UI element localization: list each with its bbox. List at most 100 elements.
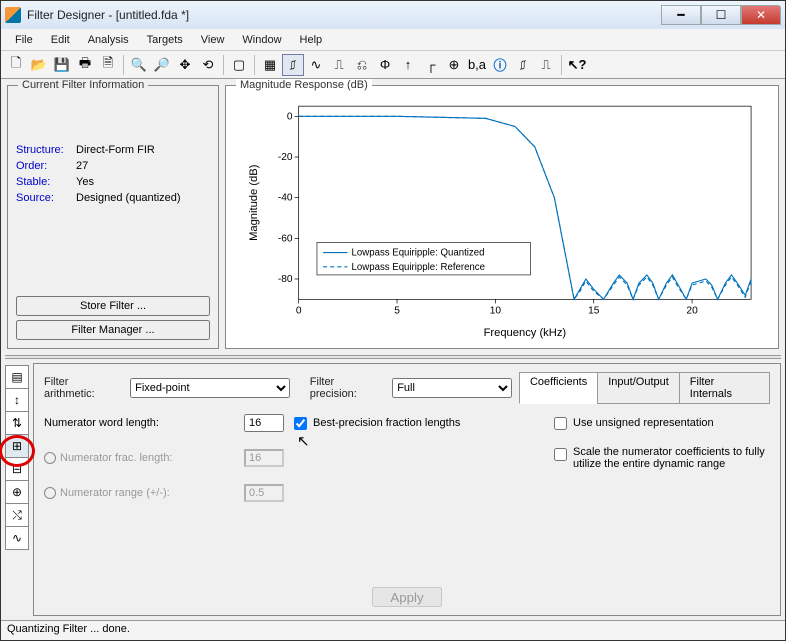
realize-icon[interactable]: ⊟ <box>5 457 29 481</box>
stepresp-icon[interactable]: ┌ <box>420 54 442 76</box>
statusbar: Quantizing Filter ... done. <box>1 620 785 640</box>
info-icon[interactable]: ⓘ <box>489 54 511 76</box>
menu-help[interactable]: Help <box>292 32 331 48</box>
phaseresp-icon[interactable]: ∿ <box>305 54 327 76</box>
svg-text:10: 10 <box>490 306 502 317</box>
filter-precision-label: Filter precision: <box>310 376 384 400</box>
impresp-icon[interactable]: ↑ <box>397 54 419 76</box>
specs-icon[interactable]: ▦ <box>259 54 281 76</box>
restore-icon[interactable]: ⟲ <box>197 54 219 76</box>
current-filter-panel: Current Filter Information Structure: Di… <box>7 85 219 349</box>
minimize-button[interactable]: ━ <box>661 5 701 25</box>
transform-icon[interactable]: ⤭ <box>5 503 29 527</box>
analysis-icon[interactable]: ∿ <box>5 526 29 550</box>
menu-targets[interactable]: Targets <box>139 32 191 48</box>
svg-text:-60: -60 <box>278 233 293 244</box>
numerator-word-length-input[interactable] <box>244 414 284 432</box>
zoomout-icon[interactable]: 🔎 <box>151 54 173 76</box>
svg-text:15: 15 <box>588 306 600 317</box>
svg-text:Magnitude (dB): Magnitude (dB) <box>248 164 260 241</box>
polezero-icon[interactable]: ⊕ <box>443 54 465 76</box>
filter-precision-select[interactable]: Full <box>392 378 512 398</box>
titlebar: Filter Designer - [untitled.fda *] ━ ☐ ✕ <box>1 1 785 29</box>
design-filter-icon[interactable]: ▤ <box>5 365 29 389</box>
maximize-button[interactable]: ☐ <box>701 5 741 25</box>
order-value: 27 <box>76 160 210 172</box>
left-sidebar: ▤ ↕ ⇅ ⊞ ⊟ ⊕ ⤭ ∿ <box>5 363 31 616</box>
structure-label: Structure: <box>16 144 76 156</box>
magphase-icon[interactable]: ⎍ <box>328 54 350 76</box>
printpreview-icon[interactable]: 🗎 <box>97 54 119 76</box>
zoomin-icon[interactable]: 🔍 <box>128 54 150 76</box>
svg-text:-20: -20 <box>278 152 293 163</box>
best-precision-checkbox[interactable] <box>294 417 307 430</box>
open-icon[interactable]: 📂 <box>28 54 50 76</box>
toolbar: 🗋 📂 💾 🖶 🗎 🔍 🔎 ✥ ⟲ ▢ ▦ ⎎ ∿ ⎍ ⎌ Φ ↑ ┌ ⊕ b,… <box>1 51 785 79</box>
status-text: Quantizing Filter ... done. <box>7 623 130 635</box>
magnitude-response-panel: Magnitude Response (dB) 051015200-20-40-… <box>225 85 779 349</box>
numerator-word-length-label: Numerator word length: <box>44 417 244 429</box>
tab-filter-internals[interactable]: Filter Internals <box>679 372 770 404</box>
numerator-range-label: Numerator range (+/-): <box>60 487 170 499</box>
filter-manager-button[interactable]: Filter Manager ... <box>16 320 210 340</box>
svg-text:Lowpass Equiripple: Quantized: Lowpass Equiripple: Quantized <box>352 248 485 259</box>
help-icon[interactable]: ↖? <box>566 54 588 76</box>
filter-arithmetic-label: Filter arithmetic: <box>44 376 122 400</box>
best-precision-label: Best-precision fraction lengths <box>313 417 460 429</box>
coef-icon[interactable]: b,a <box>466 54 488 76</box>
close-button[interactable]: ✕ <box>741 5 781 25</box>
menu-analysis[interactable]: Analysis <box>80 32 137 48</box>
store-filter-button[interactable]: Store Filter ... <box>16 296 210 316</box>
splitter[interactable] <box>5 355 781 359</box>
filter-arithmetic-select[interactable]: Fixed-point <box>130 378 290 398</box>
mouse-cursor-icon: ↖ <box>297 432 310 450</box>
svg-text:Frequency (kHz): Frequency (kHz) <box>484 327 567 339</box>
settings-panel: Filter arithmetic: Fixed-point Filter pr… <box>33 363 781 616</box>
menu-window[interactable]: Window <box>234 32 289 48</box>
new-icon[interactable]: 🗋 <box>5 54 27 76</box>
menubar: File Edit Analysis Targets View Window H… <box>1 29 785 51</box>
apply-button[interactable]: Apply <box>372 587 442 607</box>
svg-text:-40: -40 <box>278 193 293 204</box>
numerator-range-input <box>244 484 284 502</box>
numerator-frac-length-label: Numerator frac. length: <box>60 452 173 464</box>
roundoff-icon[interactable]: ⎍ <box>535 54 557 76</box>
svg-text:20: 20 <box>686 306 698 317</box>
pan-icon[interactable]: ✥ <box>174 54 196 76</box>
menu-file[interactable]: File <box>7 32 41 48</box>
app-window: Filter Designer - [untitled.fda *] ━ ☐ ✕… <box>0 0 786 641</box>
save-icon[interactable]: 💾 <box>51 54 73 76</box>
groupdelay-icon[interactable]: ⎌ <box>351 54 373 76</box>
menu-view[interactable]: View <box>193 32 233 48</box>
menu-edit[interactable]: Edit <box>43 32 78 48</box>
window-title: Filter Designer - [untitled.fda *] <box>27 8 189 22</box>
tab-input-output[interactable]: Input/Output <box>597 372 680 404</box>
multirate-icon[interactable]: ⇅ <box>5 411 29 435</box>
matlab-logo-icon <box>5 7 21 23</box>
source-value: Designed (quantized) <box>76 192 210 204</box>
stable-label: Stable: <box>16 176 76 188</box>
scale-checkbox[interactable] <box>554 448 567 461</box>
quantize-icon[interactable]: ⊞ <box>5 434 29 458</box>
svg-text:0: 0 <box>287 111 293 122</box>
numerator-frac-length-input <box>244 449 284 467</box>
source-label: Source: <box>16 192 76 204</box>
phasedelay-icon[interactable]: Φ <box>374 54 396 76</box>
current-filter-legend: Current Filter Information <box>18 79 148 91</box>
svg-text:5: 5 <box>394 306 400 317</box>
magnitude-legend: Magnitude Response (dB) <box>236 79 372 91</box>
print-icon[interactable]: 🖶 <box>74 54 96 76</box>
unsigned-checkbox[interactable] <box>554 417 567 430</box>
stable-value: Yes <box>76 176 210 188</box>
svg-text:Lowpass Equiripple: Reference: Lowpass Equiripple: Reference <box>352 262 485 273</box>
svg-text:0: 0 <box>296 306 302 317</box>
polezero-edit-icon[interactable]: ⊕ <box>5 480 29 504</box>
magnitude-chart: 051015200-20-40-60-80Frequency (kHz)Magn… <box>234 96 770 340</box>
import-filter-icon[interactable]: ↕ <box>5 388 29 412</box>
magresp-icon[interactable]: ⎎ <box>282 54 304 76</box>
order-label: Order: <box>16 160 76 172</box>
structure-value: Direct-Form FIR <box>76 144 210 156</box>
magest-icon[interactable]: ⎎ <box>512 54 534 76</box>
tab-coefficients[interactable]: Coefficients <box>519 372 598 404</box>
undock-icon[interactable]: ▢ <box>228 54 250 76</box>
